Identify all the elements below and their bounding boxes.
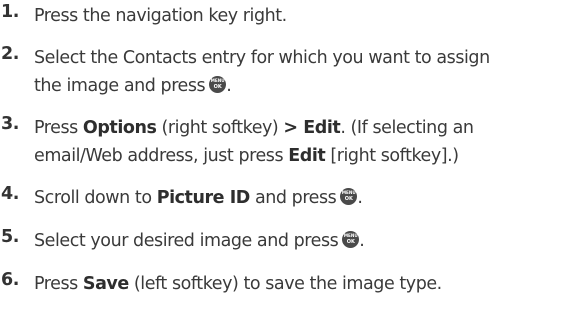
step-number: 6.	[1, 270, 19, 290]
menu-ok-key-icon: MENU OK	[209, 76, 227, 93]
step-number: 2.	[1, 44, 19, 64]
step-text: Press Save (left softkey) to save the im…	[34, 274, 442, 294]
menu-ok-key-icon: MENU OK	[340, 188, 358, 205]
step-text: Press Options (right softkey) > Edit. (I…	[34, 118, 474, 166]
step-text: Select your desired image and press MENU O…	[34, 231, 365, 251]
step-text: Select the Contacts entry for which you …	[34, 48, 490, 96]
picture-id-label: Picture ID	[156, 188, 251, 208]
edit-label: Edit	[288, 146, 326, 166]
menu-ok-key-icon: MENU OK	[342, 231, 360, 248]
step-text: Scroll down to Picture ID and press MENU O…	[34, 188, 363, 208]
options-label: Options	[82, 118, 157, 138]
edit-path-label: > Edit	[283, 118, 341, 138]
step-number: 3.	[1, 114, 19, 134]
step-text: Press the navigation key right.	[34, 6, 287, 26]
step-number: 1.	[1, 2, 19, 22]
step-number: 5.	[1, 227, 19, 247]
save-label: Save	[82, 274, 129, 294]
step-number: 4.	[1, 184, 19, 204]
